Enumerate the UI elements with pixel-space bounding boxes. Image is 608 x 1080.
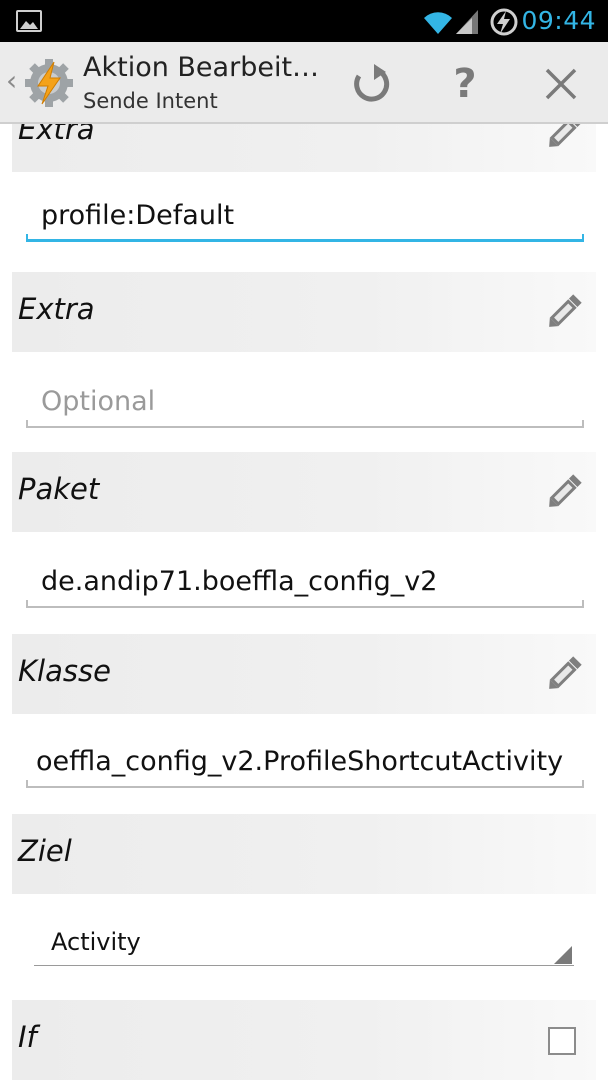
klasse-clip: oeffla_config_v2.ProfileShortcutActivity [36, 744, 576, 784]
section-label: Paket [18, 472, 100, 506]
section-klasse: Klasse [12, 634, 596, 714]
section-ziel: Ziel [12, 814, 596, 894]
paket-value: de.andip71.boeffla_config_v2 [41, 566, 438, 597]
help-button[interactable]: ? [437, 56, 493, 112]
extra-2-placeholder: Optional [41, 386, 156, 417]
edit-icon[interactable] [542, 290, 586, 334]
status-time: 09:44 [521, 6, 596, 35]
close-icon [545, 68, 577, 100]
wifi-icon [424, 12, 452, 34]
reset-icon [354, 64, 390, 102]
battery-charging-icon [490, 8, 518, 36]
edit-icon[interactable] [542, 470, 586, 514]
edit-icon[interactable] [542, 652, 586, 696]
signal-icon [456, 10, 478, 34]
klasse-value: oeffla_config_v2.ProfileShortcutActivity [36, 746, 564, 777]
spinner-underline [34, 965, 574, 966]
section-label: If [18, 1020, 37, 1054]
paket-input[interactable]: de.andip71.boeffla_config_v2 [26, 564, 584, 608]
edit-icon[interactable] [542, 124, 586, 154]
dropdown-triangle-icon [554, 946, 572, 964]
extra-1-value: profile:Default [41, 200, 235, 231]
reset-button[interactable] [343, 56, 399, 112]
ziel-selected-value: Activity [51, 928, 141, 956]
action-bar-subtitle: Sende Intent [83, 89, 218, 113]
klasse-input[interactable]: oeffla_config_v2.ProfileShortcutActivity [26, 744, 584, 788]
form-content[interactable]: Extra profile:Default Extra Optional Pak… [0, 124, 608, 1080]
section-extra-1: Extra [12, 124, 596, 172]
help-icon: ? [453, 61, 477, 107]
input-underline [26, 420, 584, 428]
extra-1-input[interactable]: profile:Default [26, 198, 584, 242]
up-chevron-icon[interactable]: ‹ [6, 64, 17, 97]
section-extra-2: Extra [12, 272, 596, 352]
action-bar: ‹ Aktion Bearbeit… Sende Intent ? [0, 42, 608, 124]
section-if: If [12, 1000, 596, 1080]
input-underline [26, 600, 584, 608]
input-underline [26, 234, 584, 242]
tasker-app-icon[interactable] [22, 56, 76, 110]
input-underline [26, 780, 584, 788]
section-label: Ziel [18, 834, 72, 868]
section-label: Klasse [18, 654, 111, 688]
extra-2-input[interactable]: Optional [26, 384, 584, 428]
image-notification-icon [16, 10, 42, 32]
section-label: Extra [18, 292, 95, 326]
section-label: Extra [18, 124, 95, 146]
status-icons [424, 8, 518, 36]
if-checkbox[interactable] [548, 1027, 576, 1055]
action-bar-title: Aktion Bearbeit… [83, 52, 320, 83]
section-paket: Paket [12, 452, 596, 532]
close-button[interactable] [533, 56, 589, 112]
ziel-spinner[interactable]: Activity [34, 922, 574, 966]
status-bar: 09:44 [0, 0, 608, 42]
